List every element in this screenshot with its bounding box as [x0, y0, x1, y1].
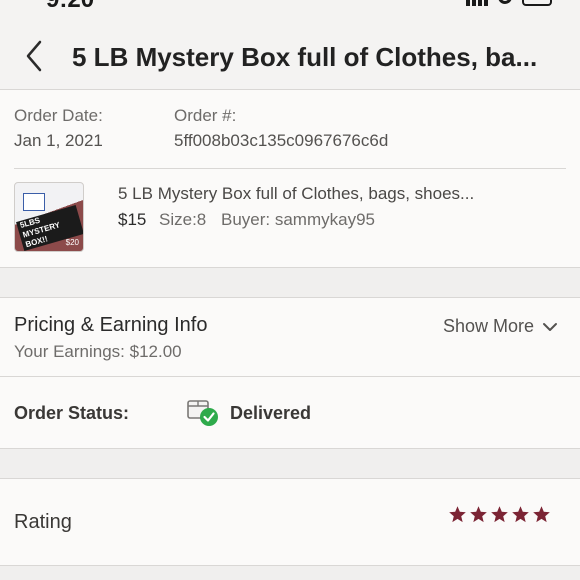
battery-icon — [522, 0, 552, 6]
item-title[interactable]: 5 LB Mystery Box full of Clothes, bags, … — [118, 184, 568, 204]
item-size: Size:8 — [159, 210, 207, 229]
star-icon — [533, 506, 550, 523]
rating-section: Rating — [0, 478, 580, 566]
item-buyer[interactable]: Buyer: sammykay95 — [221, 210, 375, 230]
status-icons — [466, 0, 552, 6]
wifi-icon — [498, 0, 512, 4]
order-date-value: Jan 1, 2021 — [14, 131, 103, 150]
box-icon — [23, 193, 45, 211]
nav-bar: 5 LB Mystery Box full of Clothes, ba... — [0, 12, 580, 90]
divider — [14, 168, 566, 169]
star-icon — [491, 506, 508, 523]
star-icon — [449, 506, 466, 523]
status-time: 9:20 — [46, 0, 94, 12]
section-gap — [0, 449, 580, 478]
star-icon — [470, 506, 487, 523]
chevron-left-icon — [26, 40, 42, 72]
item-thumbnail[interactable]: 5LBS MYSTERY BOX!! $20 — [14, 182, 84, 252]
order-status-section: Order Status: Delivered — [0, 377, 580, 449]
pricing-section: Pricing & Earning Info Your Earnings: $1… — [0, 297, 580, 377]
order-number-label: Order #: — [174, 106, 237, 125]
chevron-down-icon — [543, 322, 557, 331]
show-more-label: Show More — [442, 316, 534, 336]
rating-label: Rating — [14, 511, 72, 533]
section-gap — [0, 268, 580, 297]
status-bar: 9:20 — [0, 0, 580, 12]
signal-icon — [466, 0, 488, 6]
order-date-label: Order Date: — [14, 106, 103, 125]
delivered-box-icon — [187, 400, 218, 426]
earnings-value: Your Earnings: $12.00 — [14, 342, 182, 361]
star-icon — [512, 506, 529, 523]
order-status-value: Delivered — [230, 403, 312, 423]
item-price: $15 — [118, 210, 147, 229]
show-more-button[interactable]: Show More — [443, 316, 558, 337]
page-title: 5 LB Mystery Box full of Clothes, ba... — [72, 42, 538, 72]
order-status-label: Order Status: — [14, 403, 130, 423]
order-number-value: 5ff008b03c135c0967676c6d — [174, 131, 389, 150]
order-details: Order Date: Jan 1, 2021 Order #: 5ff008b… — [0, 90, 580, 268]
section-gap — [0, 566, 580, 580]
pricing-title: Pricing & Earning Info — [14, 314, 208, 336]
back-button[interactable] — [20, 36, 50, 76]
rating-stars[interactable] — [448, 505, 551, 524]
thumbnail-price: $20 — [65, 238, 79, 247]
